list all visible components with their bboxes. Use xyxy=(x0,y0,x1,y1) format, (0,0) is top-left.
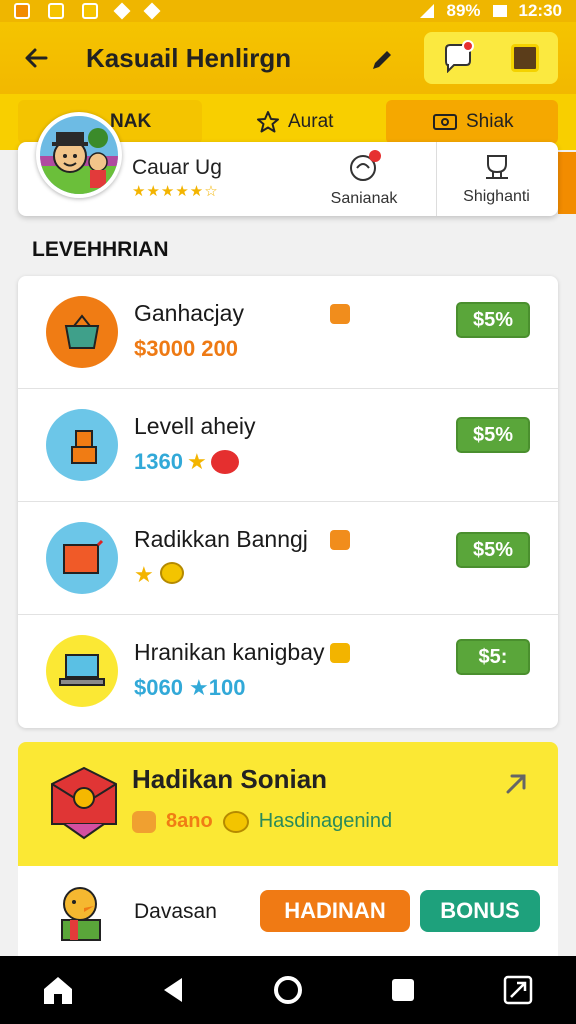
hand-wave-icon xyxy=(350,150,381,181)
nav-recents-button[interactable] xyxy=(381,968,425,1012)
character-avatar-icon xyxy=(40,128,118,194)
arrow-left-icon xyxy=(25,48,48,68)
ruby-icon xyxy=(210,450,239,474)
page-title: Kasuail Henlirgn xyxy=(86,42,292,73)
status-bar: 89% 12:30 xyxy=(0,0,576,22)
back-button[interactable] xyxy=(16,38,56,78)
item-title: Levell aheiy xyxy=(134,413,256,439)
item-subtitle: 1360 ★ xyxy=(134,449,239,475)
list-item[interactable]: Levell aheiy 1360 ★ $5% xyxy=(18,389,558,502)
promo-small-text: 8ano xyxy=(166,810,213,832)
item-title: Radikkan Banngj xyxy=(134,526,308,552)
trophy-icon xyxy=(485,155,508,179)
promo-title: Hadikan Sonian xyxy=(132,764,328,794)
star-icon: ★ xyxy=(134,562,154,587)
clock: 12:30 xyxy=(518,1,562,20)
dismiss-button[interactable] xyxy=(502,770,530,798)
claim-button[interactable]: $5% xyxy=(456,532,530,568)
tab-shiak[interactable]: Shiak xyxy=(386,100,558,144)
promo-subtitle: 8ano Hasdinagenind xyxy=(132,810,392,833)
profile-action-label: Sanianak xyxy=(330,190,398,207)
notification-dot xyxy=(461,40,474,52)
notification-diamond-icon xyxy=(113,2,131,20)
back-triangle-icon xyxy=(163,978,182,1002)
edit-button[interactable] xyxy=(362,40,402,80)
wifi-icon xyxy=(143,2,161,20)
hadinan-button[interactable]: HADINAN xyxy=(260,890,410,932)
pencil-icon xyxy=(373,51,391,69)
claim-button[interactable]: $5% xyxy=(456,302,530,338)
tab-label: Shiak xyxy=(466,111,514,132)
tab-aurat[interactable]: Aurat xyxy=(256,100,366,144)
section-title: LEVEHHRIAN xyxy=(32,238,169,261)
expand-icon xyxy=(504,975,533,1005)
circle-icon xyxy=(273,976,302,1004)
item-subtitle: $060 ★100 xyxy=(134,675,246,700)
item-subtitle-value: 1360 xyxy=(134,449,183,474)
nav-expand-button[interactable] xyxy=(496,968,540,1012)
nav-back-button[interactable] xyxy=(151,968,195,1012)
item-subtitle: ★ xyxy=(134,562,184,588)
star-icon: ★ xyxy=(186,449,207,474)
avatar[interactable] xyxy=(36,112,122,198)
promo-card[interactable]: Hadikan Sonian 8ano Hasdinagenind xyxy=(18,742,558,866)
square-icon xyxy=(392,979,415,1001)
profile-action-label: Shighanti xyxy=(463,188,530,205)
notification-app-icon xyxy=(82,3,98,19)
item-title: Ganhacjay xyxy=(134,300,244,326)
bonus-button[interactable]: BONUS xyxy=(420,890,540,932)
wallet-button[interactable] xyxy=(507,40,543,76)
gift-icon xyxy=(46,522,118,594)
battery-icon xyxy=(492,5,507,17)
profile-card: Cauar Ug ★★★★★☆ Sanianak Shighanti xyxy=(18,112,558,216)
app-bar: Kasuail Henlirgn xyxy=(0,22,576,94)
rewards-list: Ganhacjay $3000 200 $5% Levell aheiy 136… xyxy=(18,276,558,728)
wallet-icon xyxy=(510,44,539,72)
basket-icon xyxy=(46,296,118,368)
bottom-card: Davasan HADINAN BONUS xyxy=(18,866,558,956)
promo-link[interactable]: Hasdinagenind xyxy=(259,810,392,833)
signal-icon xyxy=(420,4,435,18)
tab-label: Aurat xyxy=(288,111,334,132)
notification-app-icon xyxy=(14,3,30,19)
laptop-icon xyxy=(46,635,118,707)
chat-button[interactable] xyxy=(440,40,476,76)
badge-icon xyxy=(330,530,350,550)
list-item[interactable]: Hranikan kanigbay $060 ★100 $5: xyxy=(18,615,558,728)
profile-action-shighanti[interactable]: Shighanti xyxy=(436,142,556,216)
notification-app-icon xyxy=(48,3,64,19)
profile-rating: ★★★★★☆ xyxy=(132,183,219,200)
home-icon xyxy=(43,977,72,1004)
badge-icon xyxy=(330,643,350,663)
bread-icon xyxy=(132,810,156,833)
red-envelope-icon xyxy=(51,766,117,840)
chick-mascot-icon xyxy=(61,887,101,941)
close-icon xyxy=(506,774,526,794)
claim-button[interactable]: $5% xyxy=(456,417,530,453)
tab-label: NAK xyxy=(110,111,152,132)
profile-name: Cauar Ug xyxy=(132,156,222,179)
claim-button[interactable]: $5: xyxy=(456,639,530,675)
nav-home-button[interactable] xyxy=(36,968,80,1012)
badge-icon xyxy=(330,304,350,324)
battery-percent: 89% xyxy=(446,1,481,20)
accent-strip xyxy=(558,152,576,214)
item-title: Hranikan kanigbay xyxy=(134,639,325,665)
star-outline-icon xyxy=(257,111,279,133)
coin-icon xyxy=(222,810,249,833)
list-item[interactable]: Ganhacjay $3000 200 $5% xyxy=(18,276,558,389)
bottom-label: Davasan xyxy=(134,900,217,923)
profile-action-sanianak[interactable]: Sanianak xyxy=(304,142,424,216)
nav-home-circle-button[interactable] xyxy=(266,968,310,1012)
header-actions xyxy=(424,32,558,84)
ticket-icon xyxy=(433,114,457,130)
item-subtitle: $3000 200 xyxy=(134,336,238,361)
list-item[interactable]: Radikkan Banngj ★ $5% xyxy=(18,502,558,615)
system-nav-bar xyxy=(0,956,576,1024)
tower-icon xyxy=(46,409,118,481)
coin-icon xyxy=(159,562,184,584)
